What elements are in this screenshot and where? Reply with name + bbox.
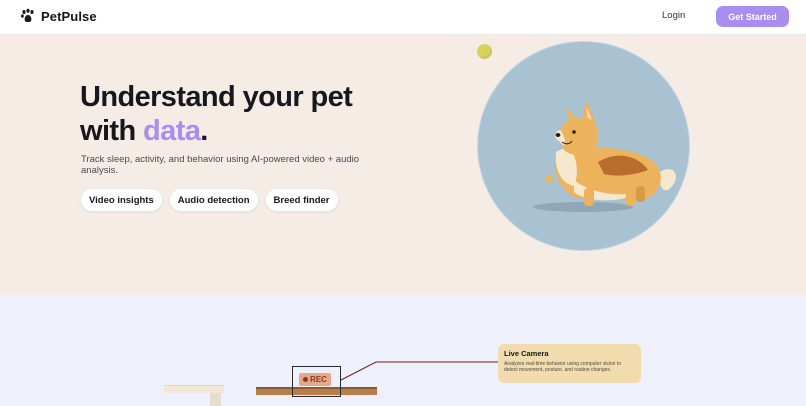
camera-focus-box [292,366,341,397]
live-camera-callout: Live Camera Analyzes real-time behavior … [498,344,641,383]
tennis-ball-decoration [477,44,492,59]
top-nav: PetPulse Login Get Started [0,0,806,35]
corgi-illustration [533,100,676,212]
get-started-button[interactable]: Get Started [716,6,789,27]
brand-name: PetPulse [41,8,97,24]
headline-line2-start: with [80,115,144,147]
callout-title: Live Camera [504,349,549,358]
hero-subtext: Track sleep, activity, and behavior usin… [81,154,360,176]
side-table [164,385,224,393]
headline-line1: Understand your pet [80,81,353,113]
how-it-works-section: REC Live Camera Analyzes real-time behav… [0,295,806,406]
headline-period: . [200,115,208,147]
hero-illustration [477,41,690,251]
brand-logo[interactable]: PetPulse [20,8,97,24]
headline-accent: data [143,115,201,147]
feature-chips: Video insights Audio detection Breed fin… [81,189,338,211]
side-table-leg [210,393,221,406]
paw-icon [21,8,34,23]
callout-description: Analyzes real-time behavior using comput… [504,361,621,373]
login-link[interactable]: Login [662,10,685,21]
chip-video-insights[interactable]: Video insights [81,189,162,211]
chip-audio-detection[interactable]: Audio detection [169,189,258,211]
hero-headline: Understand your pet with data. [80,80,353,148]
hero-section: Understand your pet with data. Track sle… [0,35,806,295]
chip-breed-finder[interactable]: Breed finder [265,189,338,211]
callout-connector [340,361,500,381]
